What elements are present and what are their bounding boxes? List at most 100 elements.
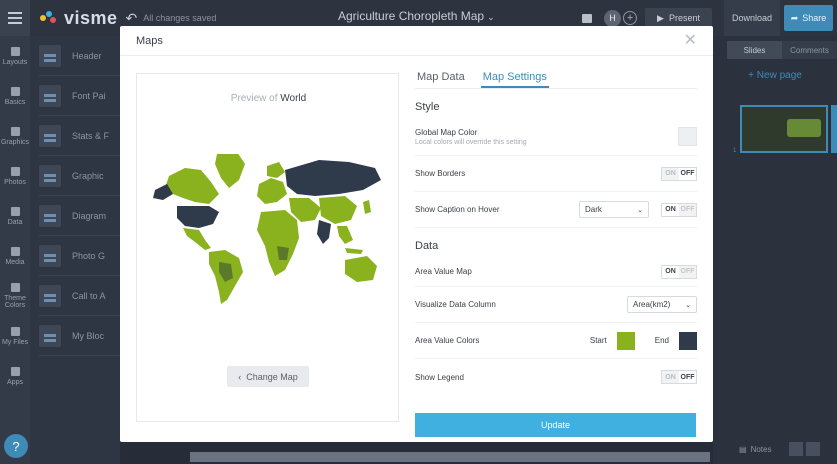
panel-label: Stats & F xyxy=(72,130,110,141)
apps-icon xyxy=(10,366,20,376)
new-page-button[interactable]: + New page xyxy=(713,70,837,81)
slide-thumbnail[interactable] xyxy=(740,105,828,153)
notes-label: Notes xyxy=(750,445,772,454)
tab-map-settings[interactable]: Map Settings xyxy=(480,66,549,88)
start-color-swatch[interactable] xyxy=(616,331,635,350)
visualize-column-select[interactable]: Area(km2) ⌄ xyxy=(627,296,697,313)
area-value-map-row: Area Value Map ON OFF xyxy=(415,257,697,287)
rail-item-photos[interactable]: Photos xyxy=(0,156,30,196)
rail-item-theme-colors[interactable]: Theme Colors xyxy=(0,276,30,316)
logo-mark-icon xyxy=(40,11,58,25)
photos-icon xyxy=(10,166,20,176)
start-color-label: Start xyxy=(589,336,607,345)
caption-theme-select[interactable]: Dark ⌄ xyxy=(579,201,649,218)
chevron-down-icon: ⌄ xyxy=(637,206,643,214)
present-button[interactable]: ▶ Present xyxy=(645,8,712,28)
layouts-icon xyxy=(10,46,20,56)
panel-item[interactable]: Photo G xyxy=(39,236,120,276)
call-to-action-icon xyxy=(39,284,61,307)
area-value-map-toggle[interactable]: ON OFF xyxy=(661,264,697,279)
map-region-canada[interactable] xyxy=(165,168,219,204)
chat-icon[interactable] xyxy=(582,13,593,23)
area-value-colors-label: Area Value Colors xyxy=(415,336,480,345)
map-region-central-america[interactable] xyxy=(183,228,211,250)
map-region-russia[interactable] xyxy=(285,160,381,196)
media-icon xyxy=(10,246,20,256)
map-region-scandinavia[interactable] xyxy=(267,162,285,178)
help-button[interactable]: ? xyxy=(4,434,28,458)
caption-theme-value: Dark xyxy=(585,205,602,214)
global-map-color-label: Global Map Color xyxy=(415,127,478,137)
panel-item[interactable]: Diagram xyxy=(39,196,120,236)
end-color-swatch[interactable] xyxy=(679,331,697,350)
panel-label: Photo G xyxy=(72,250,106,261)
list-view-icon[interactable] xyxy=(806,442,820,456)
rail-item-basics[interactable]: Basics xyxy=(0,76,30,116)
rail-item-media[interactable]: Media xyxy=(0,236,30,276)
avatar[interactable]: H xyxy=(604,9,622,27)
grid-view-icon[interactable] xyxy=(789,442,803,456)
map-region-australia[interactable] xyxy=(345,256,377,282)
map-region-greenland[interactable] xyxy=(215,154,245,188)
map-region-china[interactable] xyxy=(319,196,357,224)
update-button[interactable]: Update xyxy=(415,413,696,437)
download-button[interactable]: Download xyxy=(724,0,780,36)
change-map-button[interactable]: ‹ Change Map xyxy=(227,366,309,387)
map-region-indonesia[interactable] xyxy=(345,248,363,254)
map-region-europe[interactable] xyxy=(257,178,287,204)
map-region-india[interactable] xyxy=(317,220,331,244)
rail-item-graphics[interactable]: Graphics xyxy=(0,116,30,156)
map-region-central-africa[interactable] xyxy=(277,246,289,260)
close-icon[interactable]: ✕ xyxy=(684,32,697,49)
map-region-southeast-asia[interactable] xyxy=(337,226,353,244)
show-legend-toggle[interactable]: ON OFF xyxy=(661,370,697,384)
area-value-map-label: Area Value Map xyxy=(415,267,472,276)
map-region-usa[interactable] xyxy=(177,206,219,228)
tab-comments[interactable]: Comments xyxy=(782,41,837,59)
global-color-swatch[interactable] xyxy=(678,127,697,146)
toggle-off: OFF xyxy=(679,371,696,383)
rail-item-apps[interactable]: Apps xyxy=(0,356,30,396)
share-button[interactable]: ➦ Share xyxy=(784,5,833,31)
tab-slides[interactable]: Slides xyxy=(727,41,782,59)
undo-icon[interactable]: ↶ xyxy=(126,10,138,27)
document-title[interactable]: Agriculture Choropleth Map ⌄ xyxy=(338,9,495,23)
toggle-on: ON xyxy=(662,167,679,180)
show-borders-toggle[interactable]: ON OFF xyxy=(661,166,697,181)
toggle-off: OFF xyxy=(679,265,696,278)
add-collaborator-icon[interactable]: + xyxy=(623,11,638,25)
panel-item[interactable]: Call to A xyxy=(39,276,120,316)
show-caption-toggle[interactable]: ON OFF xyxy=(661,202,697,217)
show-caption-row: Show Caption on Hover Dark ⌄ ON OFF xyxy=(415,192,697,228)
rail-label: My Files xyxy=(1,338,29,346)
world-map[interactable] xyxy=(149,154,389,304)
show-caption-label: Show Caption on Hover xyxy=(415,205,500,214)
tab-map-data[interactable]: Map Data xyxy=(415,66,467,88)
chevron-down-icon[interactable]: ⌄ xyxy=(487,12,495,22)
map-region-japan[interactable] xyxy=(363,200,371,214)
show-legend-row: Show Legend ON OFF xyxy=(415,359,697,395)
basics-icon xyxy=(10,86,20,96)
rail-item-my-files[interactable]: My Files xyxy=(0,316,30,356)
rail-item-layouts[interactable]: Layouts xyxy=(0,36,30,76)
visualize-column-row: Visualize Data Column Area(km2) ⌄ xyxy=(415,287,697,323)
rail-item-data[interactable]: Data xyxy=(0,196,30,236)
rail-label: Graphics xyxy=(0,138,29,146)
panel-label: Header xyxy=(72,50,102,61)
map-region-africa[interactable] xyxy=(257,210,299,276)
panel-item[interactable]: My Bloc xyxy=(39,316,120,356)
notes-button[interactable]: ▤ Notes xyxy=(739,445,771,454)
slides-panel: Slides Comments + New page 1 ▤ Notes xyxy=(713,36,837,464)
panel-item[interactable]: Font Pai xyxy=(39,76,120,116)
horizontal-scrollbar[interactable] xyxy=(190,452,710,462)
visme-logo[interactable]: visme xyxy=(40,8,118,29)
diagram-icon xyxy=(39,204,61,227)
global-map-color-hint: Local colors will override this setting xyxy=(415,138,527,146)
menu-icon[interactable] xyxy=(0,0,30,36)
rail-label: Media xyxy=(5,258,25,266)
panel-item[interactable]: Graphic xyxy=(39,156,120,196)
maps-modal: Maps ✕ Preview of World ‹ Change Map Map… xyxy=(120,26,713,442)
data-icon xyxy=(10,206,20,216)
panel-item[interactable]: Header xyxy=(39,36,120,76)
panel-item[interactable]: Stats & F xyxy=(39,116,120,156)
